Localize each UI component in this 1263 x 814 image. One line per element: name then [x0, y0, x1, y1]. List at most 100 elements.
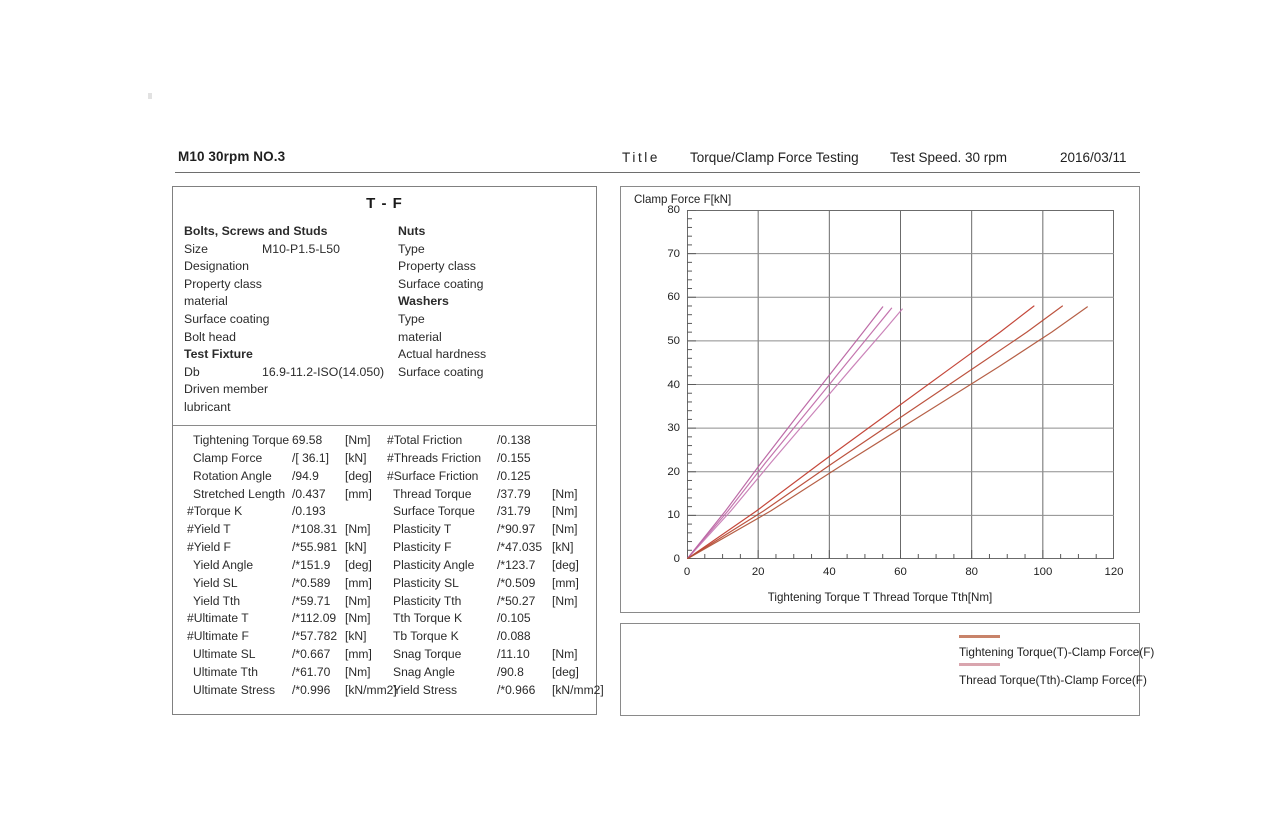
measurement-row: Stretched Length/0.437 [mm] — [187, 486, 391, 504]
measurement-row: Ultimate Tth /*61.70 [Nm] — [187, 664, 391, 682]
spec-row: lubricant — [184, 399, 399, 417]
measurement-row: #Yield T /*108.31 [Nm] — [187, 521, 391, 539]
measurement-value: /*90.97 — [497, 522, 536, 537]
measurement-unit: [Nm] — [345, 664, 371, 679]
spec-row: Property class — [184, 276, 399, 294]
measurement-label: #Threads Friction — [387, 450, 482, 465]
spec-label: Washers — [398, 294, 449, 309]
measurement-row: Plasticity SL /*0.509 [mm] — [387, 575, 597, 593]
measurement-value: /*151.9 — [292, 557, 331, 572]
measurement-value: /*50.27 — [497, 593, 536, 608]
measurement-value: /0.138 — [497, 433, 531, 447]
measurement-unit: [Nm] — [552, 593, 578, 608]
measurement-row: Tb Torque K/0.088 — [387, 628, 597, 646]
y-axis-tick-label: 60 — [667, 291, 680, 304]
measurement-label: Tth Torque K — [393, 611, 463, 626]
y-axis-tick-label: 0 — [673, 553, 680, 565]
measurement-row: #Threads Friction/0.155 — [387, 450, 597, 468]
spec-row: Actual hardness — [398, 346, 588, 364]
measurement-unit: [Nm] — [345, 433, 371, 447]
measurement-value: /*0.589 — [292, 575, 331, 590]
measurement-value: /*0.667 — [292, 647, 331, 662]
measurement-value: /0.088 — [497, 629, 531, 644]
chart-y-axis-label: Clamp Force F[kN] — [634, 193, 732, 206]
measurement-value: /*0.996 — [292, 682, 331, 697]
measurement-value: /0.125 — [497, 468, 531, 483]
measurement-row: Yield Angle /*151.9 [deg] — [187, 557, 391, 575]
spec-label: material — [398, 329, 442, 344]
spec-row: Washers — [398, 293, 588, 311]
measurement-row: Plasticity Angle /*123.7 [deg] — [387, 557, 597, 575]
spec-label: Surface coating — [398, 364, 484, 379]
x-axis-tick-label: 0 — [683, 566, 691, 578]
x-axis-tick-label: 40 — [822, 566, 836, 578]
spec-label: Size — [184, 241, 208, 256]
measurement-row: Surface Torque/31.79 [Nm] — [387, 503, 597, 521]
measurement-unit: [mm] — [345, 647, 372, 662]
measurement-row: Yield Tth /*59.71 [Nm] — [187, 593, 391, 611]
test-speed-value: 30 rpm — [965, 150, 1008, 165]
measurement-value: /*123.7 — [497, 557, 536, 572]
measurement-value: /*61.70 — [292, 664, 331, 679]
measurement-row: Tightening Torque 69.58 [Nm] — [187, 432, 391, 450]
measurement-value: /0.155 — [497, 450, 531, 465]
measurement-column-left: Tightening Torque 69.58 [Nm] Clamp Force /[ … — [187, 432, 397, 700]
measurement-value: /31.79 — [497, 504, 531, 519]
measurement-label: #Total Friction — [387, 433, 463, 447]
spec-label: Db — [184, 364, 200, 379]
measurement-value: /*59.71 — [292, 593, 331, 608]
measurement-row: Snag Torque/11.10 [Nm] — [387, 646, 597, 664]
spec-row: Bolts, Screws and Studs — [184, 223, 399, 241]
spec-row: material — [184, 293, 399, 311]
measurement-unit: [Nm] — [552, 647, 578, 662]
measurement-unit: [deg] — [552, 557, 579, 572]
x-axis-tick-label: 20 — [751, 566, 765, 578]
document-id: M10 30rpm NO.3 — [178, 149, 286, 164]
spec-label: Designation — [184, 259, 249, 274]
measurement-label: Ultimate Tth — [193, 664, 258, 679]
report-header: M10 30rpm NO.3 Title Torque/Clamp Force … — [175, 148, 1140, 172]
panel-divider — [173, 425, 596, 426]
measurement-unit: [deg] — [552, 664, 579, 679]
measurement-label: Yield SL — [193, 575, 238, 590]
test-speed-label: Test Speed. — [890, 150, 962, 165]
spec-label: Type — [398, 241, 425, 256]
measurement-label: Ultimate SL — [193, 647, 256, 662]
spec-column-bolts: Bolts, Screws and Studs Size M10-P1.5-L50 D… — [184, 223, 399, 417]
spec-row: Surface coating — [398, 276, 588, 294]
measurement-row: #Yield F /*55.981 [kN] — [187, 539, 391, 557]
measurement-table: Tightening Torque 69.58 [Nm] Clamp Force /[ … — [173, 432, 604, 712]
measurement-label: #Surface Friction — [387, 468, 479, 483]
measurement-label: #Ultimate F — [187, 629, 249, 644]
measurement-label: Plasticity Tth — [393, 593, 462, 608]
measurement-label: Yield Tth — [193, 593, 241, 608]
measurement-unit: [Nm] — [552, 522, 578, 537]
panel-title: T - F — [366, 195, 403, 212]
y-axis-tick-label: 30 — [667, 422, 680, 435]
measurement-label: #Yield F — [187, 540, 231, 555]
x-axis-tick-label: 80 — [965, 566, 978, 578]
legend-color-swatch — [959, 663, 1000, 666]
measurement-unit: [kN] — [345, 629, 367, 644]
y-axis-tick-label: 40 — [667, 378, 680, 391]
spec-row: Nuts — [398, 223, 588, 241]
plot-area: 0 10 20 30 40 50 60 70 80 0 20 40 60 80 100 120 — [667, 204, 1123, 578]
measurement-value: /11.10 — [497, 647, 530, 662]
measurement-value: /0.437 — [292, 486, 326, 501]
test-date: 2016/03/11 — [1060, 150, 1127, 165]
measurement-row: Tth Torque K/0.105 — [387, 610, 597, 628]
x-axis-tick-label: 120 — [1104, 566, 1124, 578]
x-axis-tick-label: 100 — [1033, 566, 1053, 578]
measurement-row: Thread Torque/37.79 [Nm] — [387, 486, 597, 504]
spec-value: 16.9-11.2-ISO(14.050) — [262, 364, 385, 379]
spec-label: Actual hardness — [398, 347, 487, 362]
measurement-label: Tightening Torque — [193, 433, 290, 447]
measurement-value: /*108.31 — [292, 522, 338, 537]
measurement-label: #Yield T — [187, 522, 231, 537]
measurement-row: Plasticity Tth /*50.27 [Nm] — [387, 593, 597, 611]
measurement-unit: [deg] — [345, 468, 372, 483]
spec-label: Type — [398, 311, 425, 326]
specification-panel: T - F Bolts, Screws and Studs Size M10-P1.… — [172, 186, 604, 715]
measurement-label: Tb Torque K — [393, 629, 459, 644]
legend-entry: Thread Torque(Tth)-Clamp Force(F) — [959, 663, 1147, 687]
